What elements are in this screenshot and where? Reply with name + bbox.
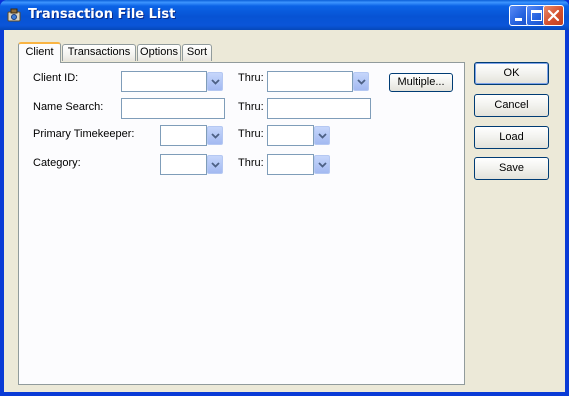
title-bar[interactable]: Transaction File List — [0, 0, 569, 30]
client-id-label: Client ID: — [33, 72, 79, 84]
client-tab-panel: Client ID: Thru: Multiple... Name Search… — [18, 62, 465, 385]
chevron-down-icon — [357, 79, 366, 85]
client-id-combo[interactable] — [121, 71, 207, 92]
client-thru-dropdown-button[interactable] — [353, 72, 369, 91]
client-thru-combo[interactable] — [267, 71, 353, 92]
tab-client[interactable]: Client — [18, 42, 61, 63]
chevron-down-icon — [318, 133, 327, 139]
multiple-button[interactable]: Multiple... — [389, 73, 453, 92]
ok-button[interactable]: OK — [474, 62, 549, 85]
category-dropdown-button[interactable] — [207, 155, 223, 174]
category-thru-dropdown-button[interactable] — [314, 155, 330, 174]
load-button[interactable]: Load — [474, 126, 549, 149]
tab-transactions[interactable]: Transactions — [62, 44, 136, 61]
cancel-button[interactable]: Cancel — [474, 94, 549, 117]
tab-options[interactable]: Options — [137, 44, 181, 61]
name-thru-input[interactable] — [267, 98, 371, 119]
chevron-down-icon — [211, 162, 220, 168]
primary-timekeeper-label: Primary Timekeeper: — [33, 128, 135, 140]
chevron-down-icon — [211, 79, 220, 85]
close-icon — [547, 9, 560, 22]
name-search-label: Name Search: — [33, 101, 104, 113]
category-thru-label: Thru: — [238, 157, 264, 169]
timekeeper-thru-dropdown-button[interactable] — [314, 126, 330, 145]
close-button[interactable] — [543, 5, 564, 26]
category-thru-combo[interactable] — [267, 154, 314, 175]
timekeeper-thru-label: Thru: — [238, 128, 264, 140]
chevron-down-icon — [211, 133, 220, 139]
primary-timekeeper-dropdown-button[interactable] — [207, 126, 223, 145]
window-title: Transaction File List — [28, 7, 176, 22]
category-combo[interactable] — [160, 154, 207, 175]
name-thru-label: Thru: — [238, 101, 264, 113]
chevron-down-icon — [318, 162, 327, 168]
client-id-dropdown-button[interactable] — [207, 72, 223, 91]
name-search-input[interactable] — [121, 98, 225, 119]
client-thru-label: Thru: — [238, 72, 264, 84]
timekeeper-thru-combo[interactable] — [267, 125, 314, 146]
primary-timekeeper-combo[interactable] — [160, 125, 207, 146]
save-button[interactable]: Save — [474, 157, 549, 180]
app-icon — [6, 7, 23, 23]
tab-sort[interactable]: Sort — [182, 44, 212, 61]
transaction-file-list-window: Transaction File List Client Transaction… — [0, 0, 569, 396]
category-label: Category: — [33, 157, 81, 169]
